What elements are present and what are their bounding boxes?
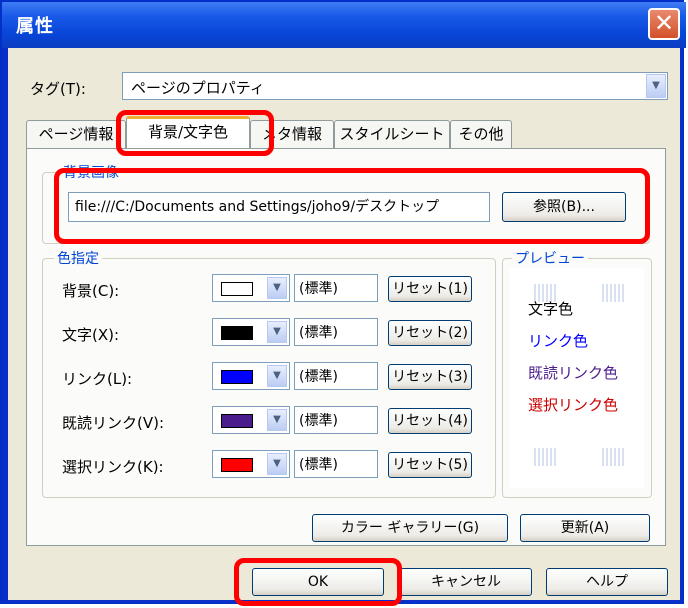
color-swatch: [221, 370, 253, 384]
preview-text-sample: 文字色: [528, 300, 574, 318]
color-value-text[interactable]: (標準): [294, 318, 378, 346]
tag-label: タグ(T):: [30, 80, 86, 98]
window-title: 属性: [16, 16, 54, 37]
reset-button-5[interactable]: リセット(5): [388, 452, 472, 478]
tab-page-info[interactable]: ページ情報: [26, 120, 126, 148]
highlight-ok: [234, 558, 402, 606]
color-picker-selected-link[interactable]: ▼: [212, 450, 290, 478]
chevron-down-icon[interactable]: ▼: [646, 74, 666, 98]
chevron-down-icon[interactable]: ▼: [267, 321, 287, 343]
help-button[interactable]: ヘルプ: [546, 568, 668, 596]
cancel-button[interactable]: キャンセル: [400, 568, 532, 596]
preview-pattern: [534, 448, 556, 466]
close-icon: ✕: [653, 9, 675, 37]
reset-button-4[interactable]: リセット(4): [388, 408, 472, 434]
preview-link-sample: リンク色: [528, 332, 589, 350]
color-swatch: [221, 326, 253, 340]
reset-button-2[interactable]: リセット(2): [388, 320, 472, 346]
tag-select-value: ページのプロパティ: [131, 79, 265, 97]
preview-selected-sample: 選択リンク色: [528, 396, 619, 414]
color-value-link[interactable]: (標準): [294, 362, 378, 390]
title-bar: 属性 ✕: [2, 2, 686, 48]
color-swatch: [221, 414, 253, 428]
color-label-background: 背景(C):: [62, 282, 120, 300]
reset-button-3[interactable]: リセット(3): [388, 364, 472, 390]
chevron-down-icon[interactable]: ▼: [267, 277, 287, 299]
color-picker-text[interactable]: ▼: [212, 318, 290, 346]
highlight-background-image: [54, 168, 650, 244]
color-value-selected-link[interactable]: (標準): [294, 450, 378, 478]
reset-button-1[interactable]: リセット(1): [388, 276, 472, 302]
color-swatch: [221, 458, 253, 472]
color-group-title: 色指定: [54, 248, 102, 268]
color-label-text: 文字(X):: [62, 326, 120, 344]
color-picker-background[interactable]: ▼: [212, 274, 290, 302]
dialog-body: タグ(T): ページのプロパティ ▼ ページ情報 背景/文字色 メタ情報 スタイ…: [8, 48, 680, 600]
properties-dialog: 属性 ✕ タグ(T): ページのプロパティ ▼ ページ情報 背景/文字色 メタ情…: [0, 0, 686, 604]
color-gallery-button[interactable]: カラー ギャラリー(G): [312, 514, 508, 542]
refresh-button[interactable]: 更新(A): [520, 514, 650, 542]
chevron-down-icon[interactable]: ▼: [267, 409, 287, 431]
color-value-background[interactable]: (標準): [294, 274, 378, 302]
color-value-visited-link[interactable]: (標準): [294, 406, 378, 434]
tab-other[interactable]: その他: [450, 120, 512, 148]
color-label-link: リンク(L):: [62, 370, 133, 388]
color-swatch: [221, 282, 253, 296]
preview-visited-sample: 既読リンク色: [528, 364, 619, 382]
chevron-down-icon[interactable]: ▼: [267, 453, 287, 475]
preview-area: 文字色 リンク色 既読リンク色 選択リンク色: [510, 268, 644, 488]
highlight-tab: [116, 110, 274, 156]
tag-select[interactable]: ページのプロパティ ▼: [122, 72, 668, 100]
preview-pattern: [602, 448, 624, 466]
chevron-down-icon[interactable]: ▼: [267, 365, 287, 387]
preview-group-title: プレビュー: [512, 248, 588, 268]
close-button[interactable]: ✕: [648, 8, 680, 40]
color-picker-link[interactable]: ▼: [212, 362, 290, 390]
preview-pattern: [602, 284, 624, 302]
color-picker-visited-link[interactable]: ▼: [212, 406, 290, 434]
tab-stylesheet[interactable]: スタイルシート: [334, 120, 450, 148]
color-label-selected-link: 選択リンク(K):: [62, 458, 164, 476]
color-label-visited-link: 既読リンク(V):: [62, 414, 165, 432]
